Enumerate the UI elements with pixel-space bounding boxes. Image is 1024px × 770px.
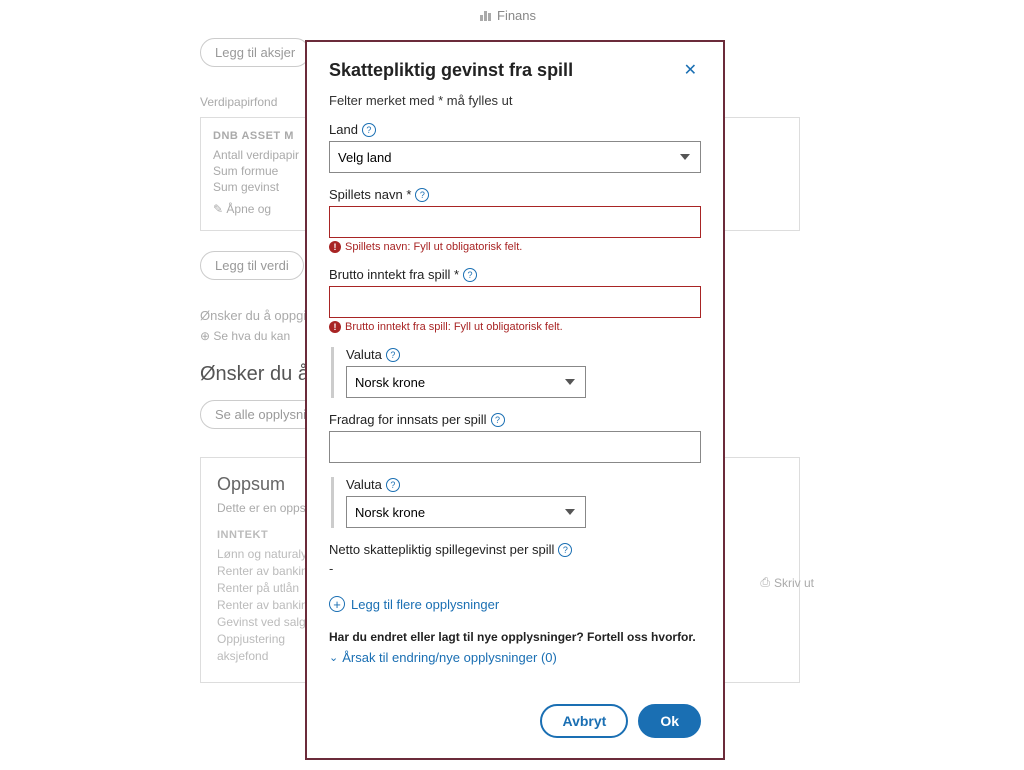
- modal-title: Skattepliktig gevinst fra spill: [329, 60, 573, 81]
- label-currency: Valuta: [346, 347, 382, 362]
- help-icon[interactable]: ?: [386, 348, 400, 362]
- print-link: ⎙ Skriv ut: [760, 575, 814, 590]
- plus-circle-icon: +: [329, 596, 345, 612]
- required-hint: Felter merket med * må fylles ut: [329, 93, 701, 108]
- bg-tab-label: Finans: [497, 8, 536, 23]
- field-country: Land ? Velg land: [329, 122, 701, 173]
- field-net: Netto skattepliktig spillegevinst per sp…: [329, 542, 701, 576]
- change-question: Har du endret eller lagt til nye opplysn…: [329, 630, 701, 644]
- bg-tab-finans: Finans: [480, 8, 536, 23]
- field-gross-income: Brutto inntekt fra spill * ? ! Brutto in…: [329, 267, 701, 333]
- select-country[interactable]: Velg land: [329, 141, 701, 173]
- close-button[interactable]: ✕: [680, 60, 701, 80]
- error-game-name: ! Spillets navn: Fyll ut obligatorisk fe…: [329, 241, 701, 253]
- field-currency-2: Valuta ? Norsk krone: [331, 477, 701, 528]
- help-icon[interactable]: ?: [415, 188, 429, 202]
- error-gross-income: ! Brutto inntekt fra spill: Fyll ut obli…: [329, 321, 701, 333]
- modal-taxable-winnings: Skattepliktig gevinst fra spill ✕ Felter…: [305, 40, 725, 760]
- field-deduction: Fradrag for innsats per spill ?: [329, 412, 701, 463]
- label-deduction: Fradrag for innsats per spill: [329, 412, 487, 427]
- error-icon: !: [329, 321, 341, 333]
- help-icon[interactable]: ?: [558, 543, 572, 557]
- select-currency-2[interactable]: Norsk krone: [346, 496, 586, 528]
- input-gross-income[interactable]: [329, 286, 701, 318]
- help-icon[interactable]: ?: [362, 123, 376, 137]
- select-currency-1[interactable]: Norsk krone: [346, 366, 586, 398]
- field-game-name: Spillets navn * ? ! Spillets navn: Fyll …: [329, 187, 701, 253]
- help-icon[interactable]: ?: [386, 478, 400, 492]
- bg-pill-value: Legg til verdi: [200, 251, 304, 280]
- chart-bar-icon: [480, 11, 491, 21]
- label-country: Land: [329, 122, 358, 137]
- reason-toggle[interactable]: ⌄ Årsak til endring/nye opplysninger (0): [329, 650, 701, 665]
- label-gross-income: Brutto inntekt fra spill *: [329, 267, 459, 282]
- input-game-name[interactable]: [329, 206, 701, 238]
- label-currency: Valuta: [346, 477, 382, 492]
- field-currency-1: Valuta ? Norsk krone: [331, 347, 701, 398]
- input-deduction[interactable]: [329, 431, 701, 463]
- ok-button[interactable]: Ok: [638, 704, 701, 738]
- label-game-name: Spillets navn *: [329, 187, 411, 202]
- bg-pill-stocks: Legg til aksjer: [200, 38, 310, 67]
- error-icon: !: [329, 241, 341, 253]
- help-icon[interactable]: ?: [491, 413, 505, 427]
- help-icon[interactable]: ?: [463, 268, 477, 282]
- add-more-link[interactable]: + Legg til flere opplysninger: [329, 596, 701, 612]
- net-value: -: [329, 561, 701, 576]
- label-net: Netto skattepliktig spillegevinst per sp…: [329, 542, 554, 557]
- chevron-down-icon: ⌄: [329, 651, 338, 664]
- bg-card-open: Åpne og: [226, 202, 271, 216]
- cancel-button[interactable]: Avbryt: [540, 704, 628, 738]
- printer-icon: ⎙: [760, 575, 770, 590]
